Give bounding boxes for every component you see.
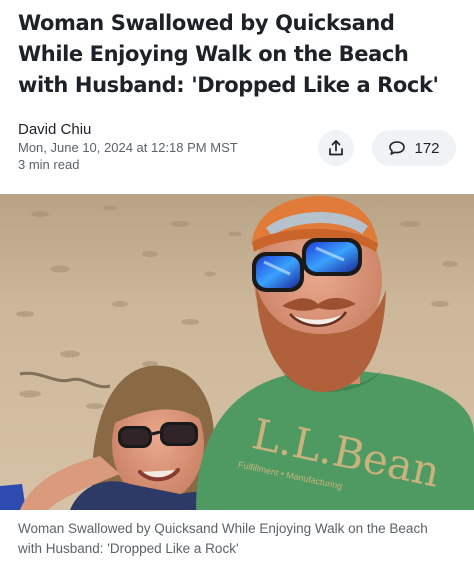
share-button[interactable] [318,130,354,166]
photo-caption: Woman Swallowed by Quicksand While Enjoy… [18,519,458,559]
byline: David Chiu Mon, June 10, 2024 at 12:18 P… [18,121,238,173]
author-name[interactable]: David Chiu [18,121,238,139]
headline-line: While Enjoying Walk on the Beach [18,42,409,66]
share-icon [329,140,343,156]
headline-line: with Husband: 'Dropped Like a Rock' [18,73,439,97]
caption-line: Woman Swallowed by Quicksand While Enjoy… [18,521,428,536]
read-time: 3 min read [18,157,80,172]
comments-button[interactable]: 172 [372,130,456,166]
caption-line: with Husband: 'Dropped Like a Rock' [18,541,239,556]
comment-icon [389,141,406,155]
article-headline: Woman Swallowed by Quicksand While Enjoy… [18,8,458,101]
comment-count: 172 [414,139,440,157]
headline-line: Woman Swallowed by Quicksand [18,11,395,35]
publish-timestamp: Mon, June 10, 2024 at 12:18 PM MST [18,140,238,155]
article-photo: L.L.Bean Fulfillment • Manufacturing [0,194,474,510]
